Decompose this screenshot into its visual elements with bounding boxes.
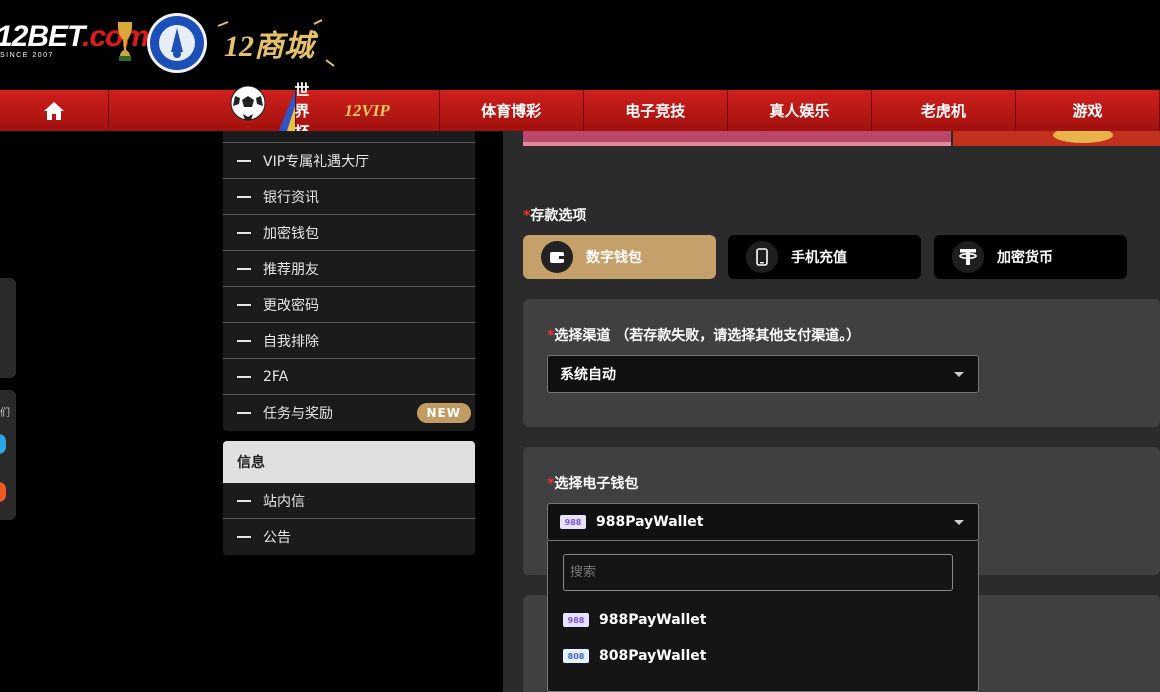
ewallet-option-808[interactable]: 808 808PayWallet <box>563 641 963 671</box>
ewallet-select-value: 988PayWallet <box>596 514 704 530</box>
trophy-icon <box>117 22 133 61</box>
sidebar-item-label: 更改密码 <box>263 297 319 314</box>
sidebar-item-label: 自我排除 <box>263 333 319 350</box>
nav-label-esports: 电子竞技 <box>625 102 686 120</box>
floating-contact-widget[interactable]: 们 <box>0 390 16 520</box>
sidebar-item-change-password[interactable]: 更改密码 <box>223 287 475 323</box>
new-badge: NEW <box>416 403 471 423</box>
dash-icon <box>237 303 251 306</box>
nav-label-live-casino: 真人娱乐 <box>769 102 830 120</box>
sidebar-item-missions-rewards[interactable]: 任务与奖励 NEW <box>223 395 475 431</box>
tab-mobile-topup[interactable]: 手机充值 <box>728 235 921 279</box>
988paywallet-logo-icon: 988 <box>560 515 586 529</box>
dash-icon <box>237 267 251 270</box>
sidebar-item-label: 站内信 <box>263 493 305 510</box>
page: 12BET.com SINCE 2007 12商城 世界 12VIP 体育博彩 … <box>0 0 1160 692</box>
nav-label-slots: 老虎机 <box>920 102 966 120</box>
floating-side-widget[interactable] <box>0 278 16 378</box>
ewallet-select[interactable]: 988 988PayWallet <box>547 503 979 541</box>
tab-crypto[interactable]: 加密货币 <box>934 235 1127 279</box>
nav-decorative-stripe <box>278 90 295 131</box>
sidebar-item-label: 推荐朋友 <box>263 261 319 278</box>
dash-icon <box>237 159 251 162</box>
nav-world-cup[interactable]: 世界杯 <box>109 81 310 141</box>
telegram-icon[interactable] <box>0 434 6 454</box>
sidebar-item-label: VIP专属礼遇大厅 <box>263 153 370 170</box>
nav-label-sports: 体育博彩 <box>481 102 542 120</box>
sidebar-item-bank-info[interactable]: 银行资讯 <box>223 179 475 215</box>
tab-label: 加密货币 <box>997 250 1053 266</box>
main-nav: 世界杯 12VIP 体育博彩 电子竞技 真人娱乐 老虎机 游戏 <box>0 81 1160 141</box>
chevron-down-icon <box>954 372 964 377</box>
nav-label-12vip: 12VIP <box>344 100 390 120</box>
12-mall-logo[interactable]: 12商城 <box>214 16 338 72</box>
sidebar-item-announcements[interactable]: 公告 <box>223 519 475 555</box>
dash-icon <box>237 499 251 502</box>
tab-label: 手机充值 <box>791 250 847 266</box>
tether-icon <box>952 241 984 273</box>
dash-icon <box>237 412 251 414</box>
sidebar-item-2fa[interactable]: 2FA <box>223 359 475 395</box>
option-label: 988PayWallet <box>599 612 707 628</box>
12bet-logo[interactable]: 12BET.com SINCE 2007 <box>0 18 149 64</box>
deposit-options-title: *存款选项 <box>523 208 587 224</box>
nav-home[interactable] <box>0 90 109 131</box>
site-header: 12BET.com SINCE 2007 12商城 <box>0 0 1160 90</box>
sidebar-item-refer-friend[interactable]: 推荐朋友 <box>223 251 475 287</box>
sidebar-item-vip-lounge[interactable]: VIP专属礼遇大厅 <box>223 143 475 179</box>
logo-since: SINCE 2007 <box>0 52 54 59</box>
sidebar-item-label: 加密钱包 <box>263 225 319 242</box>
nav-12vip[interactable]: 12VIP <box>296 90 440 131</box>
chevron-down-icon <box>954 520 964 525</box>
dash-icon <box>237 231 251 234</box>
nav-slots[interactable]: 老虎机 <box>872 90 1016 131</box>
tab-label: 数字钱包 <box>586 250 642 266</box>
nav-esports[interactable]: 电子竞技 <box>584 90 728 131</box>
sidebar-item-crypto-wallet[interactable]: 加密钱包 <box>223 215 475 251</box>
sidebar-section-info[interactable]: 信息 <box>223 441 475 483</box>
channel-select-value: 系统自动 <box>560 367 616 383</box>
sidebar-item-label: 银行资讯 <box>263 189 319 206</box>
ewallet-search-input[interactable] <box>563 554 953 591</box>
dash-icon <box>237 375 251 378</box>
sidebar-item-inbox[interactable]: 站内信 <box>223 483 475 519</box>
svg-text:12商城: 12商城 <box>224 30 319 63</box>
wallet-icon <box>541 241 573 273</box>
chat-icon[interactable] <box>0 482 6 502</box>
ewallet-dropdown: 988 988PayWallet 808 808PayWallet <box>547 541 979 692</box>
home-icon <box>43 101 64 120</box>
promo-banner[interactable] <box>523 131 1160 146</box>
sidebar-item-self-exclusion[interactable]: 自我排除 <box>223 323 475 359</box>
option-label: 808PayWallet <box>599 648 707 664</box>
sidebar-item-label: 公告 <box>263 530 291 546</box>
tab-digital-wallet[interactable]: 数字钱包 <box>523 235 716 279</box>
988paywallet-logo-icon: 988 <box>563 613 589 627</box>
dash-icon <box>237 195 251 198</box>
ewallet-option-988[interactable]: 988 988PayWallet <box>563 605 963 635</box>
dash-icon <box>237 339 251 342</box>
all-england-badge-logo[interactable] <box>146 12 208 74</box>
channel-select[interactable]: 系统自动 <box>547 355 979 393</box>
channel-card: *选择渠道 （若存款失败，请选择其他支付渠道。） 系统自动 <box>523 299 1160 427</box>
nav-live-casino[interactable]: 真人娱乐 <box>728 90 872 131</box>
808paywallet-logo-icon: 808 <box>563 649 589 663</box>
sidebar-item-label: 2FA <box>263 368 289 385</box>
ewallet-label: *选择电子钱包 <box>547 476 639 492</box>
nav-label-games: 游戏 <box>1072 102 1103 120</box>
soccer-ball-icon <box>230 85 266 121</box>
dash-icon <box>237 536 251 538</box>
channel-label: *选择渠道 （若存款失败，请选择其他支付渠道。） <box>547 328 861 344</box>
nav-sports[interactable]: 体育博彩 <box>440 90 584 131</box>
mobile-phone-icon <box>746 241 778 273</box>
menu-item-cut-off <box>223 131 475 143</box>
account-sidebar-menu: VIP专属礼遇大厅 银行资讯 加密钱包 推荐朋友 更改密码 自我排除 2FA 任… <box>223 131 475 555</box>
nav-games[interactable]: 游戏 <box>1016 90 1160 131</box>
floating-widget-text: 们 <box>0 408 10 419</box>
sidebar-item-label: 任务与奖励 <box>263 406 333 422</box>
